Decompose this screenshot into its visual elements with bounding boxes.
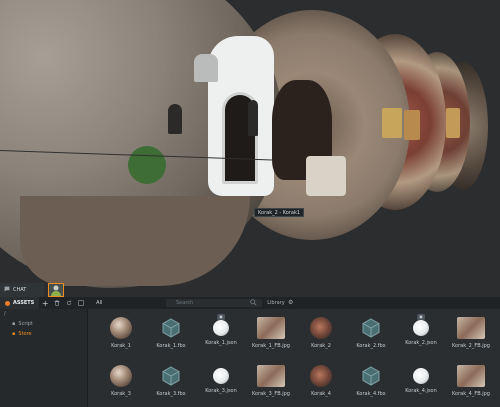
scene-viewport[interactable]: Korak_2 - Korak1 <box>0 0 500 297</box>
asset-label: Korak_1 <box>111 343 131 349</box>
asset-item[interactable]: Korak_3_FB.jpg <box>246 363 296 407</box>
image-thumbnail <box>257 317 285 339</box>
material-sphere-icon: ▣ <box>413 314 429 336</box>
delete-icon[interactable] <box>51 297 63 309</box>
material-sphere-icon: ▣ <box>213 314 229 336</box>
fresco-panel <box>382 108 402 138</box>
asset-item[interactable]: ▣ Korak_1.json <box>196 314 246 359</box>
panorama-thumbnail <box>310 317 332 339</box>
tree-item-label: Store <box>18 331 32 337</box>
asset-item[interactable]: Korak_2.fbx <box>346 315 396 359</box>
model-cube-icon <box>360 317 382 339</box>
asset-label: Korak_3 <box>111 391 131 397</box>
fresco-panel <box>446 108 460 138</box>
ground-path <box>20 196 250 286</box>
material-sphere-icon <box>213 368 229 384</box>
folder-tree: / ▪ Script ▪ Store <box>0 309 88 407</box>
image-thumbnail <box>257 365 285 387</box>
assets-panel: ASSETS + All Search Library ⚙ / ▪ Script… <box>0 297 500 407</box>
chat-strip: CHAT <box>0 283 500 297</box>
filter-dropdown[interactable]: All <box>87 297 111 309</box>
assets-header: ASSETS + All Search Library ⚙ <box>0 297 500 309</box>
asset-label: Korak_4.json <box>405 388 437 394</box>
asset-item[interactable]: Korak_3.json <box>196 363 246 407</box>
chapel-window <box>248 100 258 136</box>
assets-title: ASSETS <box>0 297 40 309</box>
panorama-thumbnail <box>310 365 332 387</box>
user-avatar[interactable] <box>48 283 64 297</box>
library-button[interactable]: Library <box>262 299 290 307</box>
asset-item[interactable]: Korak_3 <box>96 363 146 407</box>
asset-item[interactable]: ▣ Korak_2.json <box>396 314 446 359</box>
chapel-window <box>194 54 218 82</box>
folder-icon: ▪ <box>12 331 16 337</box>
tree-item-store[interactable]: ▪ Store <box>0 329 87 339</box>
reference-badge-icon: ▣ <box>417 314 425 320</box>
asset-label: Korak_1_FB.jpg <box>252 343 290 349</box>
material-sphere-icon <box>413 368 429 384</box>
asset-label: Korak_1.json <box>205 340 237 346</box>
asset-label: Korak_3_FB.jpg <box>252 391 290 397</box>
asset-label: Korak_2_FB.jpg <box>452 343 490 349</box>
gear-icon[interactable]: ⚙ <box>288 299 296 307</box>
asset-label: Korak_4_FB.jpg <box>452 391 490 397</box>
asset-label: Korak_2.json <box>405 340 437 346</box>
asset-label: Korak_4 <box>311 391 331 397</box>
asset-item[interactable]: Korak_1 <box>96 315 146 359</box>
asset-label: Korak_3.json <box>205 388 237 394</box>
asset-label: Korak_4.fbx <box>356 391 386 397</box>
asset-item[interactable]: Korak_4.json <box>396 363 446 407</box>
asset-item[interactable]: Korak_2 <box>296 315 346 359</box>
refresh-icon[interactable] <box>63 297 75 309</box>
asset-item[interactable]: Korak_4_FB.jpg <box>446 363 496 407</box>
asset-label: Korak_1.fbx <box>156 343 186 349</box>
chat-tab[interactable]: CHAT <box>0 283 44 297</box>
tree-item-label: / <box>4 311 6 317</box>
model-cube-icon <box>160 365 182 387</box>
chat-tab-label: CHAT <box>13 287 27 293</box>
asset-item[interactable]: Korak_4.fbx <box>346 363 396 407</box>
tree-item-script[interactable]: ▪ Script <box>0 319 87 329</box>
model-cube-icon <box>360 365 382 387</box>
reference-badge-icon: ▣ <box>217 314 225 320</box>
image-thumbnail <box>457 365 485 387</box>
model-cube-icon <box>160 317 182 339</box>
tree-item-root[interactable]: / <box>0 309 87 319</box>
bush <box>128 146 166 184</box>
asset-item[interactable]: Korak_2_FB.jpg <box>446 315 496 359</box>
assets-dot-icon <box>5 300 10 306</box>
search-icon <box>250 299 257 308</box>
panorama-thumbnail <box>110 365 132 387</box>
asset-grid: Korak_1 Korak_1.fbx ▣ Korak_1.json Korak_1_F… <box>96 314 500 407</box>
folder-icon: ▪ <box>12 321 16 327</box>
icon-panel <box>306 156 346 196</box>
asset-label: Korak_3.fbx <box>156 391 186 397</box>
fresco-panel <box>404 110 420 140</box>
asset-item[interactable]: Korak_4 <box>296 363 346 407</box>
asset-item[interactable]: Korak_1.fbx <box>146 315 196 359</box>
chat-icon <box>4 286 10 294</box>
asset-label: Korak_2.fbx <box>356 343 386 349</box>
asset-item[interactable]: Korak_1_FB.jpg <box>246 315 296 359</box>
add-asset-button[interactable]: + <box>39 297 51 309</box>
grid-view-icon[interactable] <box>75 297 87 309</box>
tree-item-label: Script <box>18 321 33 327</box>
image-thumbnail <box>457 317 485 339</box>
asset-item[interactable]: Korak_3.fbx <box>146 363 196 407</box>
panorama-thumbnail <box>110 317 132 339</box>
asset-label: Korak_2 <box>311 343 331 349</box>
assets-title-label: ASSETS <box>13 300 35 306</box>
hover-tooltip: Korak_2 - Korak1 <box>254 208 305 217</box>
chapel-window <box>168 104 182 134</box>
search-input[interactable]: Search <box>166 299 262 307</box>
